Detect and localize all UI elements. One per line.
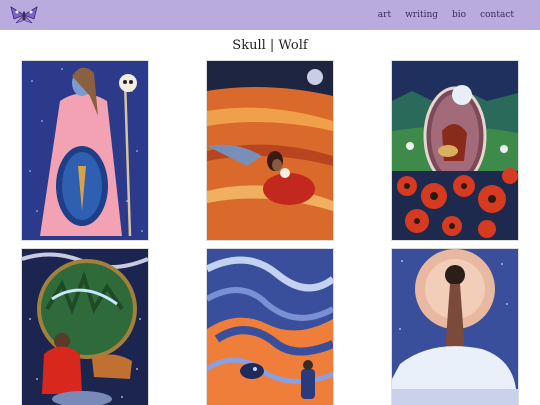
painting-figure-with-polar-bear — [392, 249, 518, 405]
painting-woman-in-field-with-skull — [207, 61, 333, 240]
gallery-item-3[interactable] — [392, 61, 518, 240]
gallery-item-5[interactable] — [207, 249, 333, 405]
painting-figure-in-oval-with-poppies — [392, 61, 518, 240]
page-title: Skull | Wolf — [232, 38, 308, 53]
nav-link-bio[interactable]: bio — [452, 10, 466, 20]
nav-menu: art writing bio contact — [378, 0, 514, 30]
gallery-item-6[interactable] — [392, 249, 518, 405]
gallery-item-2[interactable] — [207, 61, 333, 240]
nav-link-art[interactable]: art — [378, 10, 391, 20]
nav-link-contact[interactable]: contact — [480, 10, 514, 20]
top-nav: art writing bio contact — [0, 0, 540, 30]
gallery-item-1[interactable] — [22, 61, 148, 240]
painting-woman-with-skull-staff — [22, 61, 148, 240]
painting-swirling-blue-figure — [207, 249, 333, 405]
painting-person-in-red-hoodie-forest — [22, 249, 148, 405]
gallery-item-4[interactable] — [22, 249, 148, 405]
moth-logo-icon[interactable] — [8, 3, 40, 27]
nav-link-writing[interactable]: writing — [405, 10, 438, 20]
